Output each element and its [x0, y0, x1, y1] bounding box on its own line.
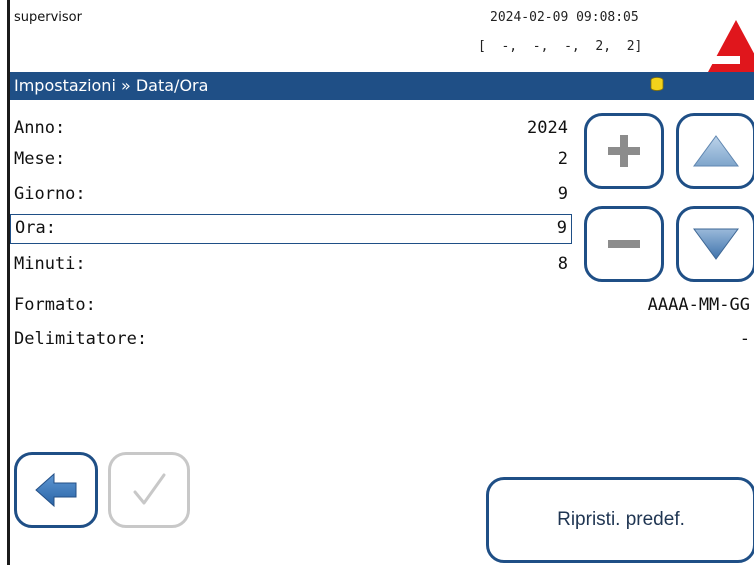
brand-logo-icon	[700, 20, 754, 72]
field-label: Minuti:	[14, 254, 86, 274]
decrease-button[interactable]	[584, 206, 664, 282]
field-value: 2024	[527, 118, 568, 138]
checkmark-icon	[133, 473, 166, 505]
field-delimitatore[interactable]: Delimitatore: -	[10, 326, 754, 354]
field-label: Delimitatore:	[14, 329, 148, 349]
field-label: Giorno:	[14, 184, 86, 204]
field-label: Mese:	[14, 149, 66, 169]
back-button[interactable]	[14, 452, 98, 528]
arrow-down-button[interactable]	[676, 206, 754, 282]
field-value: -	[739, 329, 750, 349]
confirm-button[interactable]	[108, 452, 190, 528]
breadcrumb: Impostazioni » Data/Ora	[14, 76, 209, 95]
field-minuti[interactable]: Minuti: 8	[10, 251, 572, 279]
field-value: 2	[557, 149, 568, 169]
plus-icon	[608, 135, 640, 167]
field-mese[interactable]: Mese: 2	[10, 146, 572, 174]
title-bar: Impostazioni » Data/Ora	[10, 72, 754, 100]
field-value: AAAA-MM-GG	[647, 295, 750, 315]
field-value: 9	[556, 218, 567, 238]
field-formato[interactable]: Formato: AAAA-MM-GG	[10, 292, 754, 320]
datetime-label: 2024-02-09 09:08:05	[490, 10, 639, 25]
field-giorno[interactable]: Giorno: 9	[10, 181, 572, 209]
reset-defaults-label: Ripristi. predef.	[557, 509, 685, 530]
arrow-up-button[interactable]	[676, 113, 754, 189]
field-ora-selected[interactable]: Ora: 9	[10, 214, 572, 244]
arrow-left-icon	[35, 472, 77, 508]
minus-icon	[608, 240, 640, 248]
reset-defaults-button[interactable]: Ripristi. predef.	[486, 477, 754, 563]
arrow-up-icon	[693, 135, 739, 167]
field-value: 8	[557, 254, 568, 274]
field-label: Anno:	[14, 118, 66, 138]
user-label: supervisor	[14, 10, 82, 25]
database-icon	[650, 77, 664, 91]
field-anno[interactable]: Anno: 2024	[10, 115, 572, 143]
arrow-down-icon	[693, 228, 739, 260]
status-indicators: [ -, -, -, 2, 2]	[478, 39, 643, 54]
field-label: Ora:	[15, 218, 56, 238]
top-bar: supervisor 2024-02-09 09:08:05 [ -, -, -…	[10, 0, 754, 72]
field-value: 9	[557, 184, 568, 204]
increase-button[interactable]	[584, 113, 664, 189]
field-label: Formato:	[14, 295, 96, 315]
